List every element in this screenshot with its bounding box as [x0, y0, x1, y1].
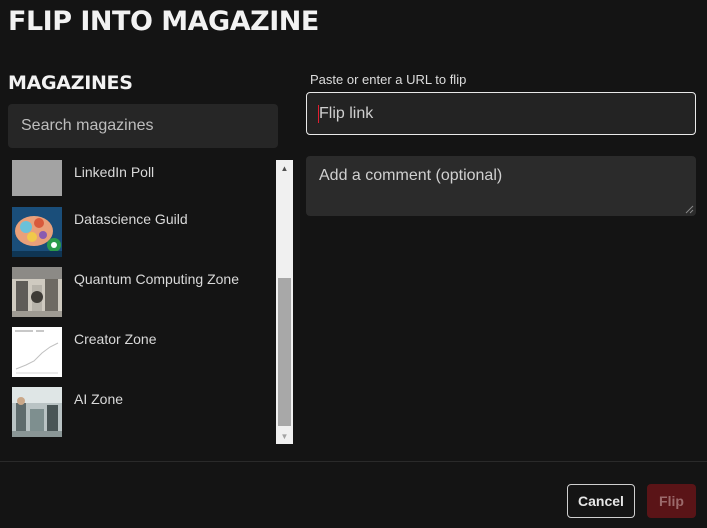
flip-button[interactable]: Flip [647, 484, 696, 518]
magazines-heading: MAGAZINES [8, 72, 133, 94]
scrollbar-thumb[interactable] [278, 278, 291, 426]
magazine-thumbnail [12, 207, 62, 257]
magazine-thumbnail [12, 327, 62, 377]
scroll-up-arrow-icon[interactable]: ▲ [276, 160, 293, 176]
magazine-thumbnail [12, 387, 62, 437]
magazine-thumbnail [12, 267, 62, 317]
magazine-item-quantum-computing-zone[interactable]: Quantum Computing Zone [12, 267, 272, 317]
magazine-item-linkedin-poll[interactable]: LinkedIn Poll [12, 160, 272, 210]
footer-divider [0, 461, 707, 462]
magazine-list-scrollbar[interactable]: ▲ ▼ [276, 160, 293, 444]
magazine-item-creator-zone[interactable]: Creator Zone [12, 327, 272, 377]
magazine-list: LinkedIn Poll Datascience Guild Quantum … [8, 160, 276, 444]
magazine-item-datascience-guild[interactable]: Datascience Guild [12, 207, 272, 257]
search-magazines-input[interactable] [8, 104, 278, 148]
magazine-name: AI Zone [74, 391, 124, 407]
url-field-label: Paste or enter a URL to flip [310, 72, 467, 87]
magazine-name: Quantum Computing Zone [74, 271, 239, 287]
cancel-button[interactable]: Cancel [567, 484, 635, 518]
resize-grip-icon[interactable] [684, 204, 694, 214]
magazine-name: LinkedIn Poll [74, 164, 155, 180]
magazine-name: Datascience Guild [74, 211, 188, 227]
comment-textarea[interactable] [306, 156, 696, 216]
scroll-down-arrow-icon[interactable]: ▼ [276, 428, 293, 444]
magazine-thumbnail [12, 160, 62, 210]
flip-link-input[interactable] [306, 92, 696, 135]
dialog-title: FLIP INTO MAGAZINE [8, 6, 319, 37]
magazine-name: Creator Zone [74, 331, 157, 347]
magazine-item-ai-zone[interactable]: AI Zone [12, 387, 272, 437]
text-caret [318, 105, 319, 123]
